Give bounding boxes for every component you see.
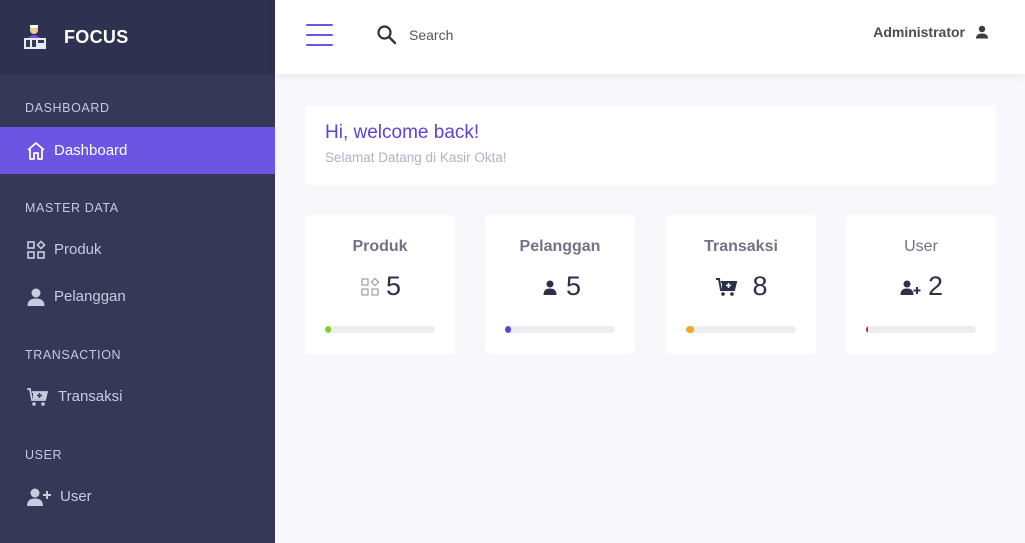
stat-title: Transaksi <box>704 238 778 255</box>
sidebar-item-label: Pelanggan <box>54 288 126 305</box>
sidebar-item-label: Dashboard <box>54 142 128 159</box>
cart-icon <box>26 387 50 407</box>
stat-value: 5 <box>385 271 402 301</box>
sidebar-item-label: Produk <box>54 241 102 258</box>
progress-bar <box>325 326 435 333</box>
sidebar-item-label: Transaksi <box>58 388 123 405</box>
menu-toggle-icon[interactable] <box>306 24 333 46</box>
brand[interactable]: FOCUS <box>0 0 275 74</box>
grid-icon <box>359 276 381 298</box>
progress-fill <box>325 326 331 333</box>
progress-fill <box>686 326 694 333</box>
section-title-dashboard: DASHBOARD <box>25 101 110 115</box>
home-icon <box>26 141 46 161</box>
stat-card-user: User 2 <box>846 215 996 354</box>
progress-fill <box>866 326 869 333</box>
stat-card-transaksi: Transaksi 8 <box>666 215 816 354</box>
stat-card-produk: Produk 5 <box>305 215 455 354</box>
sidebar-item-dashboard[interactable]: Dashboard <box>0 127 275 174</box>
welcome-subtitle: Selamat Datang di Kasir Okta! <box>325 150 507 165</box>
sidebar-item-pelanggan[interactable]: Pelanggan <box>0 273 275 320</box>
sidebar-item-user[interactable]: User <box>0 473 275 520</box>
stat-value: 8 <box>752 271 768 301</box>
brand-name: FOCUS <box>64 26 129 47</box>
progress-fill <box>505 326 511 333</box>
sidebar-item-transaksi[interactable]: Transaksi <box>0 373 275 420</box>
user-name: Administrator <box>873 24 965 40</box>
search-input[interactable] <box>409 22 629 48</box>
person-icon <box>26 287 46 307</box>
user-menu[interactable]: Administrator <box>873 24 989 40</box>
cart-icon <box>714 276 740 298</box>
progress-bar <box>866 326 976 333</box>
cashier-icon <box>24 25 46 49</box>
stat-title: User <box>904 238 938 255</box>
progress-bar <box>505 326 615 333</box>
stat-title: Produk <box>352 238 408 255</box>
section-title-user: USER <box>25 448 63 462</box>
user-add-icon <box>26 487 52 507</box>
grid-icon <box>26 239 46 260</box>
progress-bar <box>686 326 796 333</box>
stat-value: 5 <box>565 271 582 301</box>
sidebar-item-label: User <box>60 488 92 505</box>
top-header: Administrator <box>275 0 1025 74</box>
sidebar: FOCUS DASHBOARD Dashboard MASTER DATA Pr… <box>0 0 275 543</box>
stat-card-pelanggan: Pelanggan 5 <box>485 215 635 354</box>
welcome-card: Hi, welcome back! Selamat Datang di Kasi… <box>305 106 996 185</box>
section-title-transaction: TRANSACTION <box>25 348 122 362</box>
welcome-title: Hi, welcome back! <box>325 122 480 143</box>
search-icon[interactable] <box>376 24 398 46</box>
user-icon <box>976 25 988 39</box>
user-add-icon <box>899 276 923 298</box>
person-icon <box>539 276 561 298</box>
sidebar-item-produk[interactable]: Produk <box>0 226 275 273</box>
stat-title: Pelanggan <box>519 238 601 255</box>
stat-value: 2 <box>927 271 944 301</box>
section-title-master-data: MASTER DATA <box>25 201 119 215</box>
